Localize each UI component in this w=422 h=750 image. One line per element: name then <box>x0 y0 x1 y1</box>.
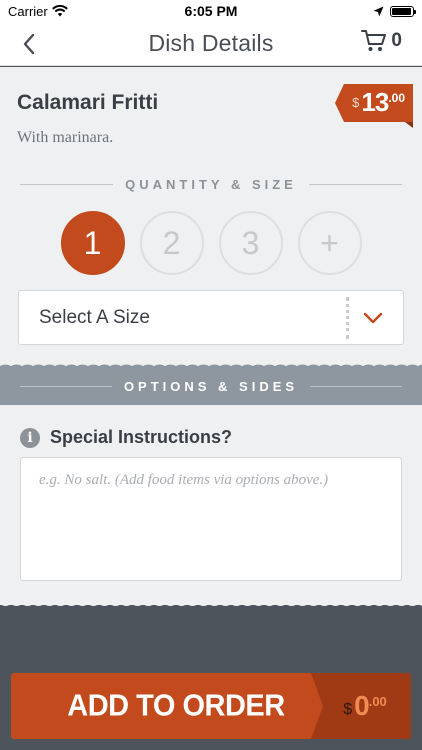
dropdown-toggle[interactable] <box>363 312 403 324</box>
dish-panel: Calamari Fritti With marinara. $ 13 .00 … <box>0 67 422 367</box>
quantity-size-label: QUANTITY & SIZE <box>125 177 297 192</box>
carrier-label: Carrier <box>8 3 48 19</box>
special-instructions-section: i Special Instructions? <box>0 405 422 605</box>
add-to-order-button[interactable]: ADD TO ORDER $ 0 .00 <box>11 673 411 739</box>
order-total-currency: $ <box>343 701 353 718</box>
order-total-cents: .00 <box>368 693 387 709</box>
special-instructions-title: Special Instructions? <box>50 427 233 447</box>
divider <box>20 184 114 185</box>
back-button[interactable] <box>22 28 52 60</box>
cart-count: 0 <box>391 30 402 51</box>
navigation-bar: Dish Details 0 <box>0 22 422 66</box>
price-currency: $ <box>352 95 360 110</box>
price-tag: $ 13 .00 <box>335 84 413 122</box>
dropdown-divider <box>346 296 349 339</box>
quantity-option-2[interactable]: 2 <box>139 211 204 275</box>
wifi-icon <box>51 5 68 17</box>
wavy-edge-bottom <box>0 600 422 606</box>
options-sides-band: OPTIONS & SIDES <box>0 364 422 405</box>
size-dropdown-value: Select A Size <box>39 306 150 328</box>
divider <box>310 386 403 387</box>
status-time: 6:05 PM <box>184 3 238 19</box>
cart-icon <box>361 30 387 51</box>
order-total: $ 0 .00 <box>311 673 411 739</box>
page-title: Dish Details <box>148 30 274 56</box>
price-tag-fold <box>405 122 413 128</box>
size-dropdown[interactable]: Select A Size <box>18 290 404 345</box>
quantity-size-header: QUANTITY & SIZE <box>20 177 402 192</box>
divider <box>308 184 402 185</box>
special-instructions-header: i Special Instructions? <box>20 427 232 448</box>
chevron-left-icon <box>23 33 35 55</box>
battery-icon <box>390 5 416 17</box>
location-arrow-icon <box>373 6 384 16</box>
quantity-option-3[interactable]: 3 <box>218 211 283 275</box>
status-bar: Carrier 6:05 PM <box>0 0 422 22</box>
special-instructions-input[interactable] <box>20 457 402 581</box>
order-total-dollars: 0 <box>354 690 370 721</box>
options-sides-label: OPTIONS & SIDES <box>123 379 299 394</box>
quantity-selector: 1 2 3 + <box>0 211 422 275</box>
dish-name: Calamari Fritti <box>17 91 159 114</box>
dish-description: With marinara. <box>17 129 114 146</box>
info-icon: i <box>20 427 40 448</box>
quantity-more-button[interactable]: + <box>297 211 362 275</box>
price-dollars: 13 <box>361 87 389 117</box>
options-sides-header[interactable]: OPTIONS & SIDES <box>20 379 403 394</box>
price-cents: .00 <box>388 91 405 105</box>
quantity-option-1[interactable]: 1 <box>60 211 125 275</box>
cart-button[interactable]: 0 <box>361 29 402 53</box>
battery-level <box>392 7 411 15</box>
wavy-edge-top <box>0 364 422 369</box>
chevron-down-icon <box>363 312 383 323</box>
divider <box>20 386 112 387</box>
